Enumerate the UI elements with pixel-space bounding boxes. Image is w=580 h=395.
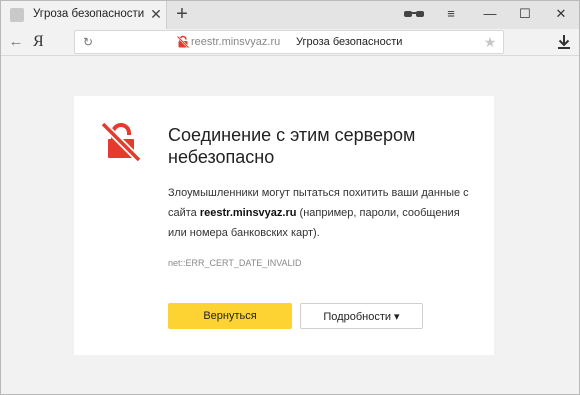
tab-favicon-icon [10, 8, 24, 22]
minimize-button[interactable]: — [480, 5, 500, 23]
back-button[interactable]: ← [7, 32, 25, 52]
address-bar[interactable]: ↻ reestr.minsvyaz.ru Угроза безопасности… [74, 30, 504, 54]
reload-icon[interactable]: ↻ [80, 33, 96, 51]
tab-title: Угроза безопасности [33, 8, 145, 20]
url-page-title: Угроза безопасности [296, 36, 403, 48]
new-tab-button[interactable]: + [174, 3, 190, 25]
bookmark-star-icon[interactable]: ★ [481, 32, 499, 52]
heading-line-1: Соединение с этим сервером [168, 125, 416, 145]
tab-strip: Угроза безопасности ✕ + ≡ — ☐ ✕ [1, 1, 579, 29]
description-domain: reestr.minsvyaz.ru [199, 207, 297, 219]
broken-lock-icon[interactable] [176, 35, 190, 49]
download-icon[interactable] [555, 32, 573, 52]
page-heading: Соединение с этим сервером небезопасно [168, 124, 468, 168]
tab-close-icon[interactable]: ✕ [149, 6, 163, 22]
details-button[interactable]: Подробности ▾ [300, 303, 423, 329]
heading-line-2: небезопасно [168, 147, 275, 167]
toolbar: ← Я ↻ reestr.minsvyaz.ru Угроза безопасн… [1, 29, 579, 56]
warning-description: Злоумышленники могут пытаться похитить в… [168, 183, 473, 243]
yandex-logo[interactable]: Я [33, 31, 44, 53]
url-domain: reestr.minsvyaz.ru [191, 36, 281, 48]
glasses-icon[interactable] [403, 6, 425, 24]
close-window-button[interactable]: ✕ [551, 5, 571, 23]
menu-icon[interactable]: ≡ [441, 5, 461, 23]
browser-window: Угроза безопасности ✕ + ≡ — ☐ ✕ ← Я ↻ re… [0, 0, 580, 395]
maximize-button[interactable]: ☐ [515, 5, 535, 23]
go-back-button[interactable]: Вернуться [168, 303, 292, 329]
error-code: net::ERR_CERT_DATE_INVALID [168, 258, 302, 268]
broken-lock-icon [99, 120, 143, 164]
security-warning-card: Соединение с этим сервером небезопасно З… [74, 96, 494, 355]
page-viewport: Соединение с этим сервером небезопасно З… [1, 56, 579, 394]
tab-active[interactable]: Угроза безопасности ✕ [1, 1, 167, 29]
